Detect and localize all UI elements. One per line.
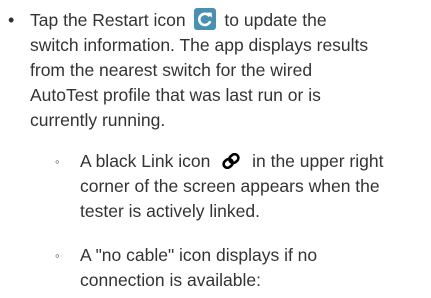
restart-icon bbox=[193, 8, 216, 30]
sub-bullet-1-text-before-icon: A black Link icon bbox=[80, 151, 211, 171]
bullet-disc: • bbox=[8, 10, 15, 30]
sub-bullet-2-line-1: A "no cable" icon displays if no bbox=[80, 245, 318, 265]
sub-bullet-1-line-1: A black Link icon in the upper right bbox=[80, 149, 383, 174]
bullet-line-2: switch information. The app displays res… bbox=[30, 35, 369, 55]
bullet-circle: ◦ bbox=[55, 248, 60, 263]
bullet-line-1: Tap the Restart icon to update the bbox=[30, 8, 327, 33]
sub-bullet-1-text-after-icon: in the upper right bbox=[252, 151, 384, 171]
bullet-line-3: from the nearest switch for the wired bbox=[30, 60, 313, 80]
sub-bullet-2-line-2: connection is available: bbox=[80, 270, 261, 290]
sub-bullet-1-line-2: corner of the screen appears when the bbox=[80, 176, 380, 196]
sub-bullet-1-line-3: tester is actively linked. bbox=[80, 201, 260, 221]
document-body: • Tap the Restart icon to update the swi… bbox=[0, 0, 431, 298]
bullet-text-before-icon: Tap the Restart icon bbox=[30, 10, 186, 30]
bullet-text-after-icon: to update the bbox=[224, 10, 327, 30]
bullet-circle: ◦ bbox=[55, 154, 60, 169]
bullet-line-5: currently running. bbox=[30, 110, 166, 130]
bullet-line-4: AutoTest profile that was last run or is bbox=[30, 85, 321, 105]
link-icon bbox=[221, 151, 241, 170]
